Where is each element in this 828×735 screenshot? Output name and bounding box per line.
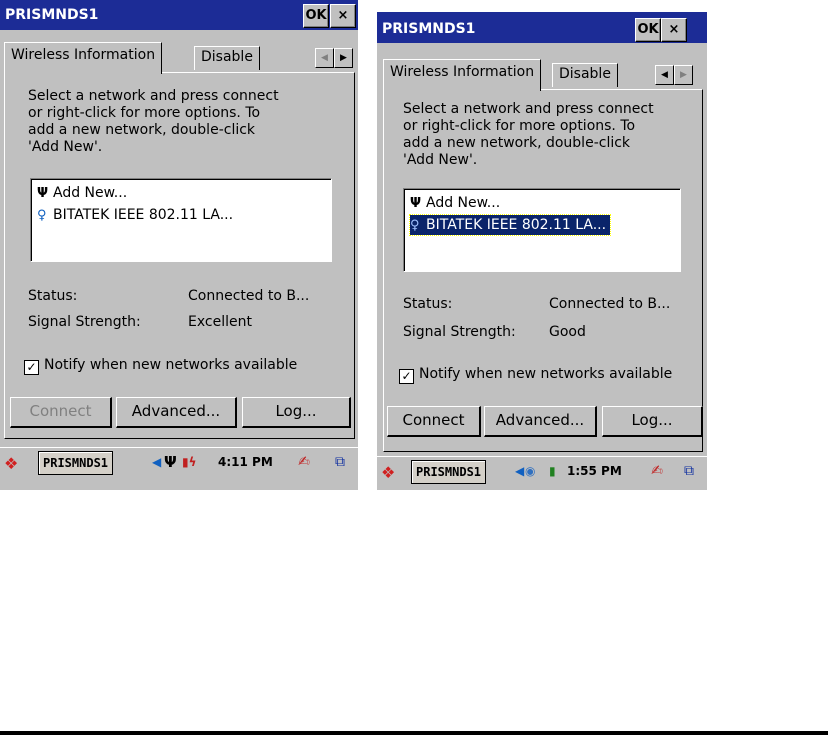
taskbar-clock: 1:55 PM	[567, 464, 622, 478]
signal-strength-value: Good	[549, 324, 586, 340]
taskbar-task-button[interactable]: PRISMNDS1	[38, 451, 114, 475]
scroll-right-icon[interactable]: ▶	[334, 48, 353, 68]
taskbar-task-button[interactable]: PRISMNDS1	[411, 460, 487, 484]
ok-button[interactable]: OK	[635, 18, 661, 42]
log-button[interactable]: Log...	[602, 406, 703, 437]
signal-strength-label: Signal Strength:	[403, 324, 516, 340]
page-divider	[0, 731, 828, 735]
window-title: PRISMNDS1	[5, 7, 99, 23]
title-bar: PRISMNDS1 OK ×	[377, 12, 707, 43]
tab-wireless-information[interactable]: Wireless Information	[4, 42, 163, 74]
notify-label: Notify when new networks available	[44, 357, 298, 373]
notify-checkbox[interactable]: ✓	[399, 369, 414, 384]
tray-arrow-icon[interactable]: ◀	[152, 455, 161, 469]
taskbar: ❖ PRISMNDS1 ◀ ◉ ▮ 1:55 PM ✍ ⧉	[377, 456, 707, 487]
taskbar-clock: 4:11 PM	[218, 455, 273, 469]
scroll-left-icon[interactable]: ◀	[315, 48, 334, 68]
close-button[interactable]: ×	[661, 18, 687, 42]
tab-scroll-arrows: ◀ ▶	[655, 65, 693, 85]
list-item-add-new[interactable]: Ψ Add New...	[37, 183, 131, 203]
network-connection-icon[interactable]: ◉	[525, 464, 535, 478]
network-name: Add New...	[53, 185, 128, 201]
desktop-icon[interactable]: ⧉	[679, 461, 699, 481]
instructions-text: Select a network and press connect or ri…	[403, 101, 654, 168]
connect-button[interactable]: Connect	[387, 406, 481, 437]
windows-flag-icon[interactable]: ❖	[4, 454, 18, 473]
title-bar: PRISMNDS1 OK ×	[0, 0, 358, 30]
ok-button[interactable]: OK	[303, 4, 329, 28]
connect-button[interactable]: Connect	[10, 397, 112, 428]
notify-checkbox[interactable]: ✓	[24, 360, 39, 375]
instructions-text: Select a network and press connect or ri…	[28, 88, 279, 155]
wireless-station-icon: ♀	[37, 208, 47, 223]
signal-strength-value: Excellent	[188, 314, 252, 330]
network-name: BITATEK IEEE 802.11 LA...	[426, 217, 607, 233]
windows-flag-icon[interactable]: ❖	[381, 463, 395, 482]
signal-strength-label: Signal Strength:	[28, 314, 141, 330]
scroll-left-icon[interactable]: ◀	[655, 65, 674, 85]
scroll-right-icon[interactable]: ▶	[674, 65, 693, 85]
status-label: Status:	[28, 288, 78, 304]
tab-scroll-arrows: ◀ ▶	[315, 48, 353, 68]
network-list[interactable]: Ψ Add New... ♀ BITATEK IEEE 802.11 LA...	[403, 188, 681, 272]
wireless-station-icon: ♀	[410, 218, 420, 233]
status-value: Connected to B...	[549, 296, 671, 312]
advanced-button[interactable]: Advanced...	[116, 397, 237, 428]
device-screen-2: PRISMNDS1 OK × Wireless Information Disa…	[377, 12, 707, 490]
list-item-network-selected[interactable]: ♀ BITATEK IEEE 802.11 LA...	[408, 214, 612, 236]
tab-disable[interactable]: Disable	[552, 63, 618, 87]
antenna-icon: Ψ	[410, 196, 422, 211]
status-label: Status:	[403, 296, 453, 312]
tab-wireless-information[interactable]: Wireless Information	[383, 59, 542, 91]
network-name: BITATEK IEEE 802.11 LA...	[53, 207, 234, 223]
antenna-icon: Ψ	[37, 186, 49, 201]
status-value: Connected to B...	[188, 288, 310, 304]
device-screen-1: PRISMNDS1 OK × Wireless Information Disa…	[0, 0, 358, 490]
battery-icon[interactable]: ▮ϟ	[182, 455, 197, 469]
notify-label: Notify when new networks available	[419, 366, 673, 382]
battery-icon[interactable]: ▮	[549, 464, 556, 478]
input-panel-icon[interactable]: ✍	[647, 461, 667, 481]
tab-bar: Wireless Information Disable ◀ ▶	[377, 59, 707, 93]
network-name: Add New...	[426, 195, 501, 211]
antenna-icon[interactable]: Ψ	[164, 453, 177, 471]
taskbar: ❖ PRISMNDS1 ◀ Ψ ▮ϟ 4:11 PM ✍ ⧉	[0, 447, 358, 478]
tray-arrow-icon[interactable]: ◀	[515, 464, 524, 478]
advanced-button[interactable]: Advanced...	[484, 406, 597, 437]
desktop-icon[interactable]: ⧉	[330, 452, 350, 472]
log-button[interactable]: Log...	[242, 397, 351, 428]
window-title: PRISMNDS1	[382, 21, 476, 37]
input-panel-icon[interactable]: ✍	[294, 452, 314, 472]
tab-disable[interactable]: Disable	[194, 46, 260, 70]
tab-bar: Wireless Information Disable ◀ ▶	[0, 42, 358, 76]
list-item-add-new[interactable]: Ψ Add New...	[410, 193, 504, 213]
network-list[interactable]: Ψ Add New... ♀ BITATEK IEEE 802.11 LA...	[30, 178, 332, 262]
list-item-network[interactable]: ♀ BITATEK IEEE 802.11 LA...	[37, 205, 237, 225]
close-button[interactable]: ×	[330, 4, 356, 28]
